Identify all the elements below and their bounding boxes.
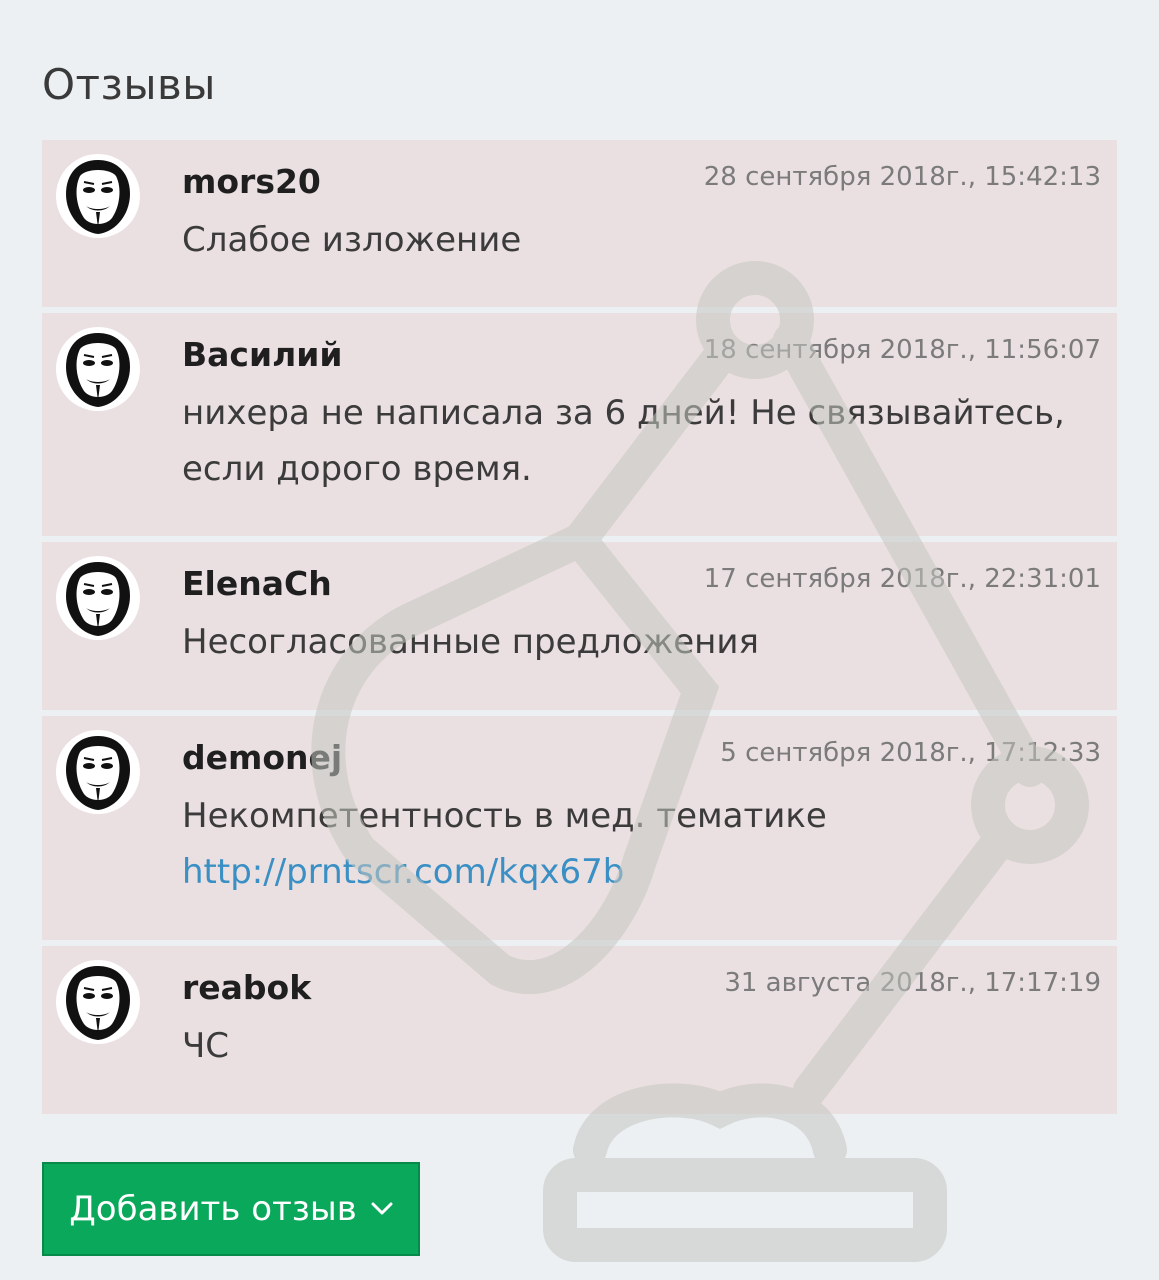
review-text: ЧС	[182, 1026, 230, 1066]
review-item: Василий 18 сентября 2018г., 11:56:07 них…	[42, 313, 1117, 536]
review-item: mors20 28 сентября 2018г., 15:42:13 Слаб…	[42, 140, 1117, 307]
guy-fawkes-mask-icon	[66, 562, 130, 636]
avatar[interactable]	[56, 327, 140, 411]
review-date: 17 сентября 2018г., 22:31:01	[703, 564, 1101, 594]
review-text: Несогласованные предложения	[182, 622, 759, 662]
add-review-button[interactable]: Добавить отзыв	[42, 1162, 420, 1256]
guy-fawkes-mask-icon	[66, 736, 130, 810]
review-author[interactable]: ElenaCh	[182, 564, 332, 603]
review-link-line: http://prntscr.com/kqx67b	[182, 844, 1103, 900]
avatar[interactable]	[56, 960, 140, 1044]
avatar[interactable]	[56, 730, 140, 814]
review-date: 28 сентября 2018г., 15:42:13	[703, 162, 1101, 192]
review-date: 18 сентября 2018г., 11:56:07	[703, 335, 1101, 365]
review-author[interactable]: Василий	[182, 335, 343, 374]
review-text: Слабое изложение	[182, 220, 522, 260]
review-author[interactable]: demonej	[182, 738, 342, 777]
reviews-list: mors20 28 сентября 2018г., 15:42:13 Слаб…	[42, 140, 1117, 1120]
review-author[interactable]: mors20	[182, 162, 321, 201]
review-item: ElenaCh 17 сентября 2018г., 22:31:01 Нес…	[42, 542, 1117, 710]
section-title: Отзывы	[42, 60, 216, 109]
review-date: 31 августа 2018г., 17:17:19	[724, 968, 1101, 998]
review-author[interactable]: reabok	[182, 968, 311, 1007]
guy-fawkes-mask-icon	[66, 160, 130, 234]
review-link[interactable]: http://prntscr.com/kqx67b	[182, 852, 624, 892]
review-text: Некомпетентность в мед. тематике	[182, 796, 827, 836]
guy-fawkes-mask-icon	[66, 966, 130, 1040]
add-review-label: Добавить отзыв	[69, 1189, 357, 1229]
avatar[interactable]	[56, 154, 140, 238]
avatar[interactable]	[56, 556, 140, 640]
review-item: reabok 31 августа 2018г., 17:17:19 ЧС	[42, 946, 1117, 1114]
review-date: 5 сентября 2018г., 17:12:33	[720, 738, 1101, 768]
review-text: нихера не написала за 6 дней! Не связыва…	[182, 393, 1065, 489]
guy-fawkes-mask-icon	[66, 333, 130, 407]
review-item: demonej 5 сентября 2018г., 17:12:33 Неко…	[42, 716, 1117, 940]
chevron-down-icon	[371, 1202, 393, 1215]
